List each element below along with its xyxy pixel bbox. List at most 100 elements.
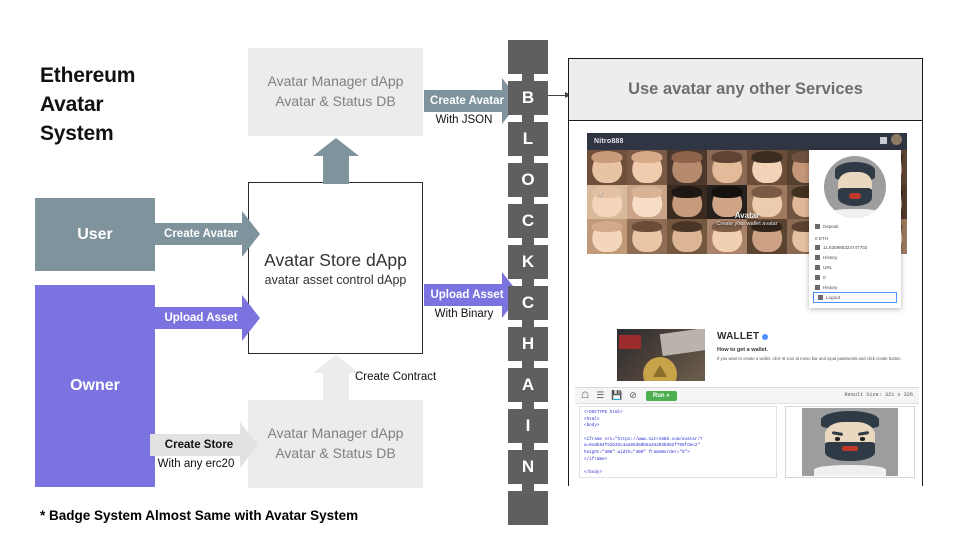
actor-box-user: User [35,198,155,271]
box-avatar-manager-bottom: Avatar Manager dApp Avatar & Status DB [248,400,423,488]
blockchain-block-c2: C [508,286,548,320]
dropdown-item-label: History [823,255,838,260]
wallet-article: WALLET How to get a wallet. If you want … [587,329,907,381]
blockchain-block-b: B [508,81,548,115]
arrow-owner-upload-asset: Upload Asset [152,295,260,341]
blockchain-connector [522,402,534,409]
wallet-body-text: If you want to create a wallet, click ☰ … [717,356,902,361]
blockchain-block-o: O [508,163,548,197]
blockchain-connector [522,484,534,491]
arrow-label: Create Store [164,439,234,451]
history-icon [815,255,820,260]
code-editor-mock: ☖ ☰ 💾 ⊘ Run » Result Size: 321 x 326 <!D… [575,387,919,480]
run-button[interactable]: Run » [645,390,677,401]
services-screenshot: Nitro888 ‹ Avatar Create your wallet ava… [569,121,922,486]
page-title: Ethereum Avatar System [40,64,136,145]
blockchain-block-c1: C [508,204,548,238]
site-brand: Nitro888 [594,138,624,145]
blockchain-block-k: K [508,245,548,279]
arrow-shaft [323,372,349,402]
nitro888-site-mock: Nitro888 ‹ Avatar Create your wallet ava… [587,133,907,323]
dropdown-item-label: 0 ETH [815,236,829,241]
dropdown-item-count: 0 [815,275,895,280]
logout-icon [818,295,823,300]
blockchain-connector [522,197,534,204]
blockchain-connector [522,156,534,163]
wallet-title: WALLET [717,331,903,342]
box-line-2: Avatar & Status DB [275,445,396,461]
wallet-subtitle: How to get a wallet. [717,347,769,353]
result-size-label: Result Size: 321 x 326 [844,392,914,398]
history-icon [815,285,820,290]
wallet-icon[interactable] [880,137,887,144]
clear-icon[interactable]: ⊘ [629,391,637,400]
arrow-user-create-avatar: Create Avatar [152,211,260,257]
token-icon [815,275,820,280]
logout-button[interactable]: Logout [813,292,897,303]
avatar-cell[interactable] [627,150,667,185]
arrow-sublabel: With Binary [434,308,494,320]
arrow-label-create-contract: Create Contract [355,371,437,383]
arrow-sublabel: With JSON [435,114,493,126]
home-icon[interactable]: ☖ [581,391,589,400]
arrow-label: Create Avatar [430,95,504,107]
deposit-icon [815,224,820,229]
blockchain-connector [522,361,534,368]
box-avatar-store-dapp: Avatar Store dApp avatar asset control d… [248,182,423,354]
actor-label-owner: Owner [70,377,120,394]
avatar-cell[interactable] [667,150,707,185]
box-line-1: Avatar Manager dApp [267,425,404,442]
footnote: * Badge System Almost Same with Avatar S… [40,508,359,523]
box-line-2: Avatar & Status DB [275,93,396,109]
editor-toolbar: ☖ ☰ 💾 ⊘ Run » Result Size: 321 x 326 [575,388,919,404]
arrow-create-avatar-json: Create Avatar With JSON [424,78,520,126]
dropdown-item-history-1[interactable]: History [815,255,895,260]
arrow-sublabel: With any erc20 [157,458,235,470]
arrow-shaft [323,155,349,184]
avatar-cell[interactable] [707,150,747,185]
actor-box-owner: Owner [35,285,155,487]
dropdown-item-label: URL [823,265,833,270]
site-topbar-icons [880,134,902,145]
box-avatar-manager-top: Avatar Manager dApp Avatar & Status DB [248,48,423,136]
arrow-label: Upload Asset [430,289,504,301]
avatar-cell[interactable] [747,150,787,185]
diagram-canvas: Ethereum Avatar System * Badge System Al… [0,0,960,540]
services-header-title: Use avatar any other Services [569,59,922,121]
save-icon[interactable]: 💾 [611,391,622,400]
blockchain-connector [522,443,534,450]
arrow-head [313,355,359,373]
box-line-1: Avatar Manager dApp [267,73,404,90]
avatar-icon[interactable] [891,134,902,145]
arrow-label: Upload Asset [164,312,238,324]
wallet-dropdown-panel[interactable]: Deposit 0 ETH 11.835988324747702 History [809,150,901,308]
arrow-create-store: Create Store With any erc20 [150,422,258,470]
dropdown-item-label: Deposit [823,224,839,229]
dropdown-avatar [824,156,886,218]
dropdown-item-url[interactable]: URL [815,265,895,270]
avatar-cell[interactable] [587,150,627,185]
logout-label: Logout [826,295,841,300]
dropdown-item-eth-balance-label: 0 ETH [815,236,895,241]
dropdown-item-deposit[interactable]: Deposit [815,224,895,229]
blockchain-block-l: L [508,122,548,156]
blockchain-block-i: I [508,409,548,443]
blockchain-connector [522,320,534,327]
connector-blockchain-to-services [548,91,571,98]
menu-icon[interactable]: ☰ [596,391,604,400]
wallet-title-text: WALLET [717,331,760,342]
dropdown-item-balance-value: 11.835988324747702 [815,245,895,250]
box-line-1: Avatar Store dApp [264,249,407,270]
preview-pane [785,406,915,478]
carousel-prev-icon[interactable]: ‹ [599,188,602,199]
preview-avatar-image [802,408,898,476]
blockchain-connector [522,74,534,81]
info-badge-icon [762,333,769,340]
dropdown-item-history-2[interactable]: History [815,285,895,290]
code-area[interactable]: <!DOCTYPE html> <html> <body> <iframe sr… [579,406,777,478]
arrow-head [313,138,359,156]
wallet-photo [617,329,705,381]
link-icon [815,265,820,270]
blockchain-block-a: A [508,368,548,402]
blockchain-block-h: H [508,327,548,361]
